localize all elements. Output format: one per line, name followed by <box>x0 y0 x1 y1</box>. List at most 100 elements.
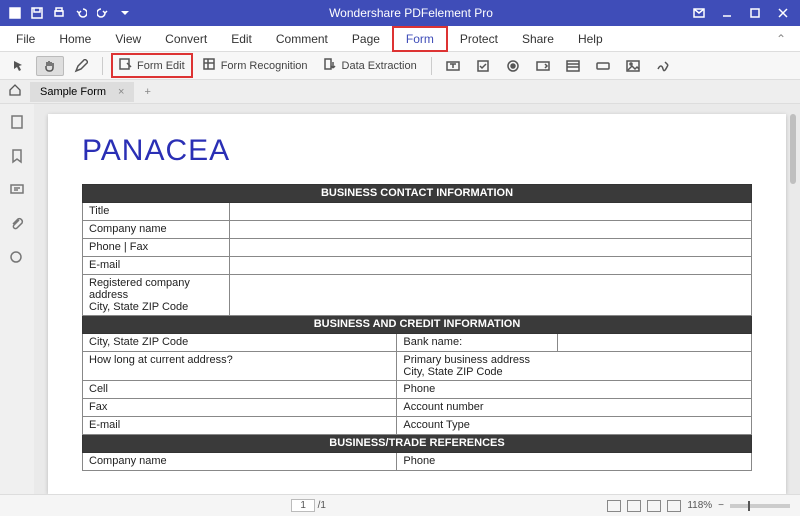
signature-field-icon[interactable] <box>650 57 676 75</box>
field-value[interactable] <box>230 221 752 239</box>
ribbon-collapse-icon[interactable]: ⌃ <box>766 32 796 46</box>
menu-form[interactable]: Form <box>392 26 448 52</box>
home-tab-icon[interactable] <box>0 83 30 100</box>
combobox-icon[interactable] <box>530 57 556 75</box>
titlebar: Wondershare PDFelement Pro <box>0 0 800 26</box>
document-tab[interactable]: Sample Form × <box>30 82 134 102</box>
scrollbar-thumb[interactable] <box>790 114 796 184</box>
field-label: Phone | Fax <box>83 239 230 257</box>
data-extraction-icon <box>324 57 338 74</box>
field-value[interactable] <box>230 257 752 275</box>
data-extraction-label: Data Extraction <box>342 60 417 72</box>
menu-home[interactable]: Home <box>47 28 103 50</box>
field-label: Cell <box>83 381 397 399</box>
print-icon[interactable] <box>52 6 66 20</box>
maximize-icon[interactable] <box>748 6 762 20</box>
menu-protect[interactable]: Protect <box>448 28 510 50</box>
data-extraction-button[interactable]: Data Extraction <box>318 55 423 76</box>
tab-close-icon[interactable]: × <box>118 86 124 98</box>
tabbar: Sample Form × + <box>0 80 800 104</box>
field-label: How long at current address? <box>83 352 397 381</box>
field-label: Bank name: <box>397 334 558 352</box>
field-label: Company name <box>83 221 230 239</box>
zoom-slider[interactable] <box>730 504 790 508</box>
page-indicator: 1 /1 <box>10 500 607 511</box>
section-header: BUSINESS/TRADE REFERENCES <box>83 435 752 453</box>
separator <box>431 57 432 75</box>
field-label: Fax <box>83 399 397 417</box>
field-label: Title <box>83 203 230 221</box>
doc-heading: PANACEA <box>82 134 752 168</box>
button-field-icon[interactable] <box>590 57 616 75</box>
redo-icon[interactable] <box>96 6 110 20</box>
undo-icon[interactable] <box>74 6 88 20</box>
field-label: E-mail <box>83 257 230 275</box>
field-label: City, State ZIP Code <box>83 334 397 352</box>
menu-file[interactable]: File <box>4 28 47 50</box>
document-page: PANACEA BUSINESS CONTACT INFORMATION Tit… <box>48 114 786 494</box>
form-table: BUSINESS CONTACT INFORMATION Title Compa… <box>82 184 752 471</box>
page-total: /1 <box>318 500 326 511</box>
image-field-icon[interactable] <box>620 57 646 75</box>
listbox-icon[interactable] <box>560 57 586 75</box>
toolbar: Form Edit Form Recognition Data Extracti… <box>0 52 800 80</box>
hand-tool-icon[interactable] <box>36 56 64 76</box>
attachments-icon[interactable] <box>9 216 25 232</box>
field-value[interactable] <box>557 334 751 352</box>
titlebar-left-icons <box>0 6 140 20</box>
form-edit-button[interactable]: Form Edit <box>111 53 193 78</box>
field-label: Registered company address City, State Z… <box>83 275 230 316</box>
form-recognition-button[interactable]: Form Recognition <box>197 55 314 76</box>
minimize-icon[interactable] <box>720 6 734 20</box>
menu-share[interactable]: Share <box>510 28 566 50</box>
document-viewport[interactable]: PANACEA BUSINESS CONTACT INFORMATION Tit… <box>34 104 800 494</box>
checkbox-icon[interactable] <box>470 57 496 75</box>
close-icon[interactable] <box>776 6 790 20</box>
menu-page[interactable]: Page <box>340 28 392 50</box>
section-header: BUSINESS AND CREDIT INFORMATION <box>83 316 752 334</box>
zoom-value: 118% <box>687 500 712 511</box>
view-single-icon[interactable] <box>607 500 621 512</box>
text-field-icon[interactable] <box>440 57 466 75</box>
field-value[interactable] <box>230 239 752 257</box>
tab-label: Sample Form <box>40 86 106 98</box>
bookmarks-icon[interactable] <box>9 148 25 164</box>
app-logo-icon <box>8 6 22 20</box>
statusbar: 1 /1 118% − <box>0 494 800 516</box>
mail-icon[interactable] <box>692 6 706 20</box>
separator <box>102 57 103 75</box>
form-recognition-label: Form Recognition <box>221 60 308 72</box>
menu-help[interactable]: Help <box>566 28 615 50</box>
comments-icon[interactable] <box>9 182 25 198</box>
field-label: Phone <box>397 453 752 471</box>
qat-dropdown-icon[interactable] <box>118 6 132 20</box>
page-current[interactable]: 1 <box>291 499 315 512</box>
field-label: Company name <box>83 453 397 471</box>
view-continuous-icon[interactable] <box>627 500 641 512</box>
add-tab-icon[interactable]: + <box>134 86 160 98</box>
select-tool-icon[interactable] <box>6 57 32 75</box>
field-label: Account number <box>397 399 752 417</box>
field-value[interactable] <box>230 203 752 221</box>
field-value[interactable] <box>230 275 752 316</box>
form-edit-icon <box>119 57 133 74</box>
titlebar-right-icons <box>682 6 800 20</box>
sidebar <box>0 104 34 494</box>
thumbnails-icon[interactable] <box>9 114 25 130</box>
menu-convert[interactable]: Convert <box>153 28 219 50</box>
view-two-page-icon[interactable] <box>647 500 661 512</box>
menu-view[interactable]: View <box>103 28 153 50</box>
radio-icon[interactable] <box>500 57 526 75</box>
field-label: Account Type <box>397 417 752 435</box>
view-two-continuous-icon[interactable] <box>667 500 681 512</box>
menu-edit[interactable]: Edit <box>219 28 264 50</box>
field-label: Primary business address City, State ZIP… <box>397 352 752 381</box>
form-recognition-icon <box>203 57 217 74</box>
statusbar-right: 118% − <box>607 500 790 512</box>
search-panel-icon[interactable] <box>9 250 25 266</box>
menu-comment[interactable]: Comment <box>264 28 340 50</box>
edit-tool-icon[interactable] <box>68 57 94 75</box>
field-label: E-mail <box>83 417 397 435</box>
zoom-out-icon[interactable]: − <box>718 500 724 511</box>
save-icon[interactable] <box>30 6 44 20</box>
